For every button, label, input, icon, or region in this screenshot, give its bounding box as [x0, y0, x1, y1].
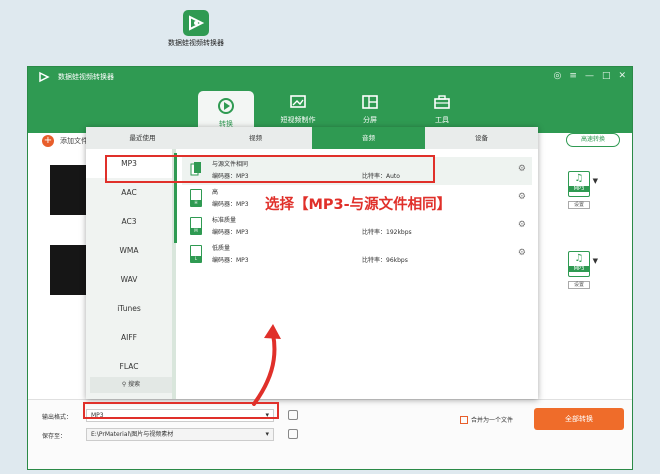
gear-icon[interactable]: ⚙	[518, 192, 526, 202]
quality-option-low[interactable]: L 低质量 编码器：MP3 比特率：96kbps ⚙	[182, 241, 532, 269]
plus-icon: +	[42, 135, 54, 147]
item-settings-button[interactable]: 设置	[568, 281, 590, 289]
annotation-text: 选择【MP3-与源文件相同】	[265, 197, 452, 213]
quality-badge-letter: L	[191, 256, 201, 262]
split-screen-icon	[362, 95, 378, 109]
video-converter-icon	[183, 10, 209, 36]
option-encoder: 编码器：MP3	[212, 257, 249, 264]
format-settings-icon[interactable]	[288, 410, 298, 420]
merge-option[interactable]: 合并为一个文件	[460, 415, 513, 424]
add-file-button[interactable]: + 添加文件	[42, 135, 88, 147]
app-logo-icon	[39, 71, 50, 83]
feedback-icon[interactable]: ◎	[554, 71, 562, 81]
option-name: 高	[212, 189, 219, 196]
output-format-text: MP3	[569, 266, 589, 272]
format-list: MP3 AAC AC3 WMA WAV iTunes AIFF FLAC ⚲ 搜…	[86, 149, 177, 399]
minimize-icon[interactable]: —	[585, 71, 594, 81]
window-title: 数据蛙视频转换器	[58, 73, 114, 81]
title-bar: 数据蛙视频转换器 ◎ ≡ — □ ✕	[28, 67, 632, 87]
quality-high-icon: H	[190, 189, 202, 207]
search-label: 搜索	[128, 381, 141, 388]
format-item-ac3[interactable]: AC3	[86, 207, 172, 236]
annotation-arrow-icon	[252, 324, 281, 406]
folder-icon[interactable]	[288, 429, 298, 439]
save-path-select[interactable]: E:\PrMaterial\图片与视频素材 ▾	[86, 428, 274, 441]
quality-badge-letter: M	[191, 228, 201, 234]
tab-recent[interactable]: 最近使用	[86, 127, 199, 149]
item-settings-button[interactable]: 设置	[568, 201, 590, 209]
short-video-icon	[290, 95, 306, 108]
chevron-down-icon[interactable]: ▼	[593, 177, 598, 185]
tab-toolbox-label: 工具	[435, 116, 449, 124]
maximize-icon[interactable]: □	[602, 71, 611, 81]
video-thumbnail	[50, 245, 90, 295]
item-settings-label: 设置	[573, 282, 584, 288]
tab-video[interactable]: 视频	[199, 127, 312, 149]
format-search-button[interactable]: ⚲ 搜索	[90, 377, 172, 393]
gear-icon[interactable]: ⚙	[518, 248, 526, 258]
option-bitrate: 比特率：96kbps	[362, 257, 408, 264]
option-encoder: 编码器：MP3	[212, 201, 249, 208]
save-to-label: 保存至：	[42, 433, 67, 440]
add-file-label: 添加文件	[60, 137, 88, 145]
music-note-icon: ♫	[574, 253, 584, 264]
quality-badge-letter: H	[191, 200, 201, 206]
merge-label: 合并为一个文件	[471, 417, 514, 424]
quality-option-standard[interactable]: M 标准质量 编码器：MP3 比特率：192kbps ⚙	[182, 213, 532, 241]
toolbox-icon	[434, 95, 450, 109]
chevron-down-icon: ▾	[265, 430, 269, 438]
chevron-down-icon[interactable]: ▼	[593, 257, 598, 265]
gear-icon[interactable]: ⚙	[518, 220, 526, 230]
tab-split-screen-label: 分屏	[363, 116, 377, 124]
tab-audio[interactable]: 音频	[312, 127, 425, 149]
format-item-itunes[interactable]: iTunes	[86, 294, 172, 323]
output-format-text: MP3	[569, 186, 589, 192]
speed-convert-toggle[interactable]: 高速转换	[566, 133, 620, 147]
output-format-badge[interactable]: ♫ MP3	[568, 251, 590, 277]
save-path-value: E:\PrMaterial\图片与视频素材	[91, 431, 174, 438]
speed-convert-label: 高速转换	[580, 136, 605, 143]
video-thumbnail	[50, 165, 90, 215]
format-item-wma[interactable]: WMA	[86, 236, 172, 265]
quality-low-icon: L	[190, 245, 202, 263]
window-controls: ◎ ≡ — □ ✕	[554, 71, 626, 81]
output-format-label: 输出格式：	[42, 414, 73, 421]
convert-all-label: 全部转换	[565, 415, 593, 423]
tab-short-video-label: 短视频制作	[280, 116, 316, 124]
merge-checkbox[interactable]	[460, 415, 468, 424]
format-item-wav[interactable]: WAV	[86, 265, 172, 294]
option-name: 标准质量	[212, 217, 237, 224]
highlight-box-option	[105, 155, 435, 183]
item-settings-label: 设置	[573, 202, 584, 208]
output-format-badge[interactable]: ♫ MP3	[568, 171, 590, 197]
convert-icon	[218, 98, 234, 114]
gear-icon[interactable]: ⚙	[518, 164, 526, 174]
option-bitrate: 比特率：192kbps	[362, 229, 412, 236]
quality-medium-icon: M	[190, 217, 202, 235]
desktop-app-icon[interactable]: 数据蛙视频转换器	[168, 10, 224, 48]
desktop-icon-label: 数据蛙视频转换器	[168, 39, 224, 47]
convert-all-button[interactable]: 全部转换	[534, 408, 624, 430]
format-item-aiff[interactable]: AIFF	[86, 323, 172, 352]
tab-device[interactable]: 设备	[425, 127, 538, 149]
menu-icon[interactable]: ≡	[569, 71, 577, 81]
music-note-icon: ♫	[574, 173, 584, 184]
option-name: 低质量	[212, 245, 231, 252]
option-encoder: 编码器：MP3	[212, 229, 249, 236]
close-icon[interactable]: ✕	[618, 71, 626, 81]
format-category-tabs: 最近使用 视频 音频 设备	[86, 127, 538, 149]
